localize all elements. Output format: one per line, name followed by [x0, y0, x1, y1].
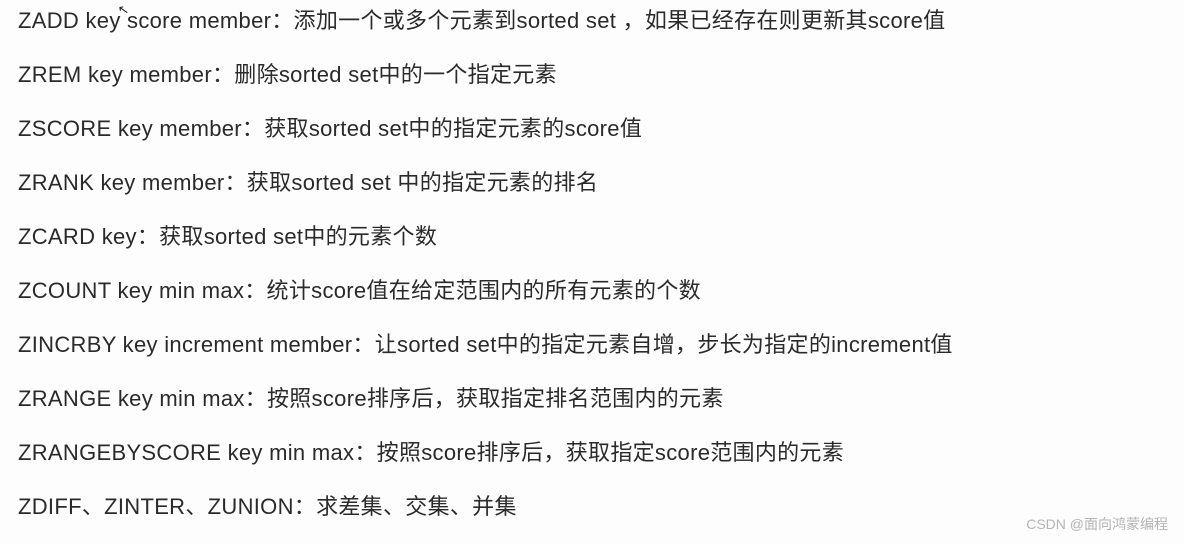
command-item: ZRANK key member：获取sorted set 中的指定元素的排名	[18, 166, 1166, 199]
command-item: ZCARD key：获取sorted set中的元素个数	[18, 220, 1166, 253]
command-item: ZRANGEBYSCORE key min max：按照score排序后，获取指…	[18, 436, 1166, 469]
watermark-text: CSDN @面向鸿蒙编程	[1026, 514, 1168, 534]
command-item: ZADD key score member：添加一个或多个元素到sorted s…	[18, 4, 1166, 37]
command-item: ZREM key member：删除sorted set中的一个指定元素	[18, 58, 1166, 91]
command-item: ZCOUNT key min max：统计score值在给定范围内的所有元素的个…	[18, 274, 1166, 307]
command-item: ZSCORE key member：获取sorted set中的指定元素的sco…	[18, 112, 1166, 145]
command-item: ZRANGE key min max：按照score排序后，获取指定排名范围内的…	[18, 382, 1166, 415]
command-item: ZDIFF、ZINTER、ZUNION：求差集、交集、并集	[18, 490, 1166, 523]
command-list: ZADD key score member：添加一个或多个元素到sorted s…	[18, 4, 1166, 544]
command-item: ZINCRBY key increment member：让sorted set…	[18, 328, 1166, 361]
